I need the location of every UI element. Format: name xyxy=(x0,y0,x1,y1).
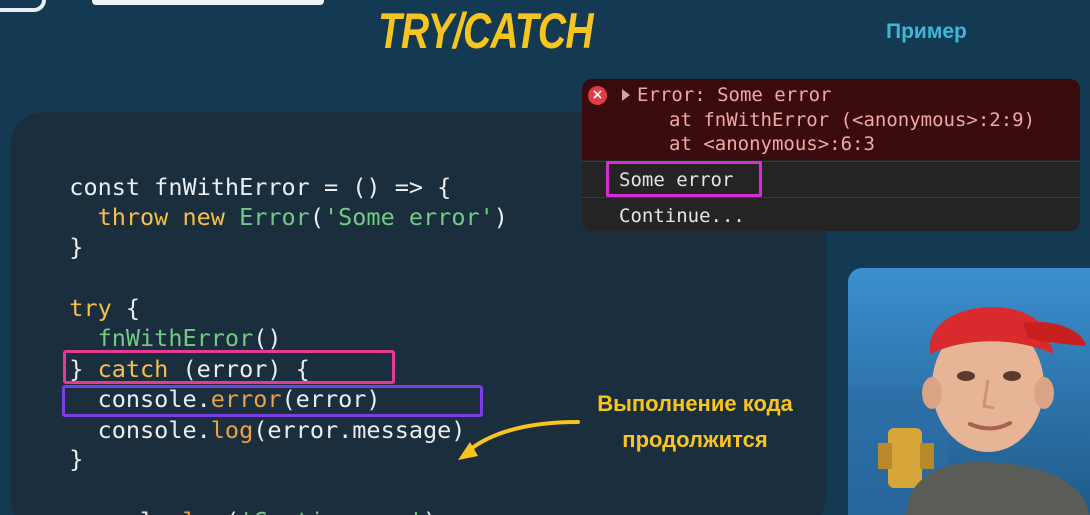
error-title: Error: Some error xyxy=(637,84,832,106)
code-line-9: } xyxy=(41,414,83,474)
code-segment: (error.message) xyxy=(253,416,466,444)
code-segment: ) xyxy=(423,507,437,515)
logo-corner xyxy=(0,0,46,12)
code-segment: log xyxy=(210,416,254,444)
stack-line-1: at fnWithError (<anonymous>:2:9) xyxy=(669,109,1036,131)
code-segment: ) xyxy=(493,203,508,231)
annotation-line-1: Выполнение кода xyxy=(597,391,793,416)
code-segment: Error xyxy=(239,203,310,231)
code-line-10: console.log('Continue...') xyxy=(41,476,437,515)
annotation-line-2: продолжится xyxy=(622,427,768,452)
presenter-webcam xyxy=(848,268,1090,515)
error-circle-icon: × xyxy=(588,86,607,105)
console-error-entry[interactable]: × Error: Some error at fnWithError (<ano… xyxy=(582,79,1080,160)
code-segment: } xyxy=(69,233,84,261)
stack-line-2: at <anonymous>:6:3 xyxy=(669,133,875,155)
highlight-console-error xyxy=(63,350,395,384)
console-row-text: Continue... xyxy=(619,205,745,227)
toy-figure xyxy=(888,428,922,488)
code-segment: } xyxy=(69,445,84,473)
code-segment: throw new xyxy=(69,203,240,231)
code-segment: 'Continue...' xyxy=(239,507,423,515)
devtools-console: × Error: Some error at fnWithError (<ano… xyxy=(582,79,1080,231)
console-row-continue: Continue... xyxy=(582,197,1080,231)
triangle-right-icon[interactable] xyxy=(622,89,630,101)
highlight-console-log xyxy=(62,385,483,417)
code-line-3: } xyxy=(41,202,83,262)
code-segment: log xyxy=(182,507,224,515)
code-segment: console. xyxy=(69,416,211,444)
highlight-console-output xyxy=(606,161,762,197)
slide-title: TRY/CATCH xyxy=(378,3,593,59)
code-segment: ( xyxy=(225,507,239,515)
annotation: Выполнение кода продолжится xyxy=(560,386,830,458)
top-bar xyxy=(92,0,324,5)
code-segment: ( xyxy=(309,203,324,231)
code-segment: console. xyxy=(69,507,182,515)
code-line-2: throw new Error('Some error') xyxy=(41,172,508,232)
code-segment: 'Some error' xyxy=(323,203,494,231)
slide-subtitle: Пример xyxy=(886,20,967,43)
presenter-image xyxy=(848,268,1090,515)
